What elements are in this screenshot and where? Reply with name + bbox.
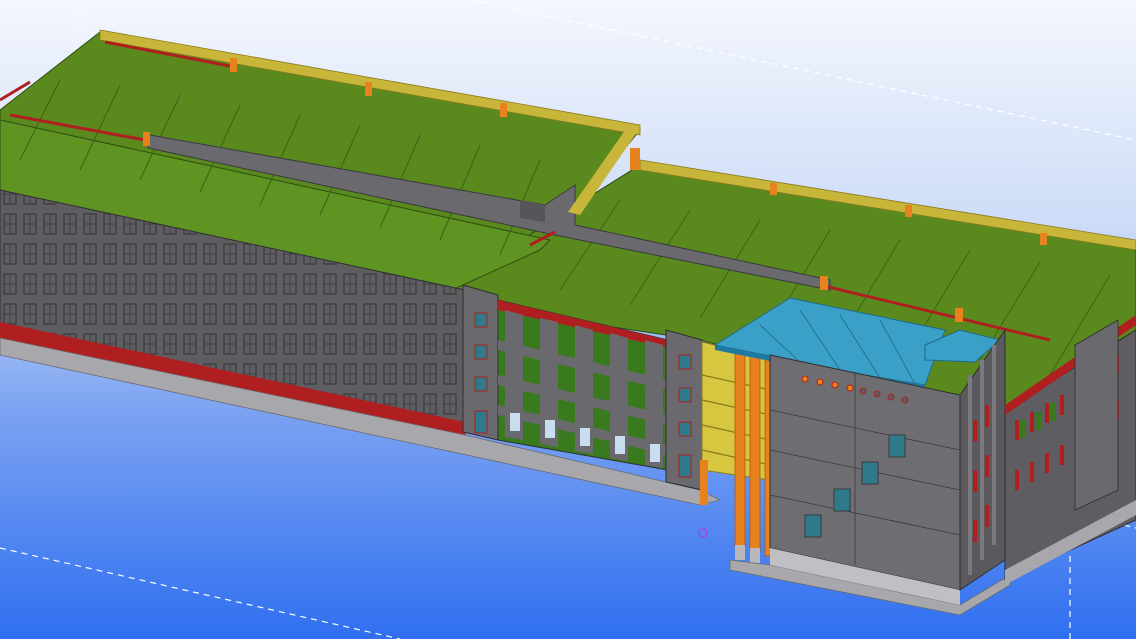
3d-model-viewport[interactable]	[0, 0, 1136, 639]
far-right-stair[interactable]	[1074, 319, 1119, 511]
model-view-svg[interactable]	[0, 0, 1136, 639]
